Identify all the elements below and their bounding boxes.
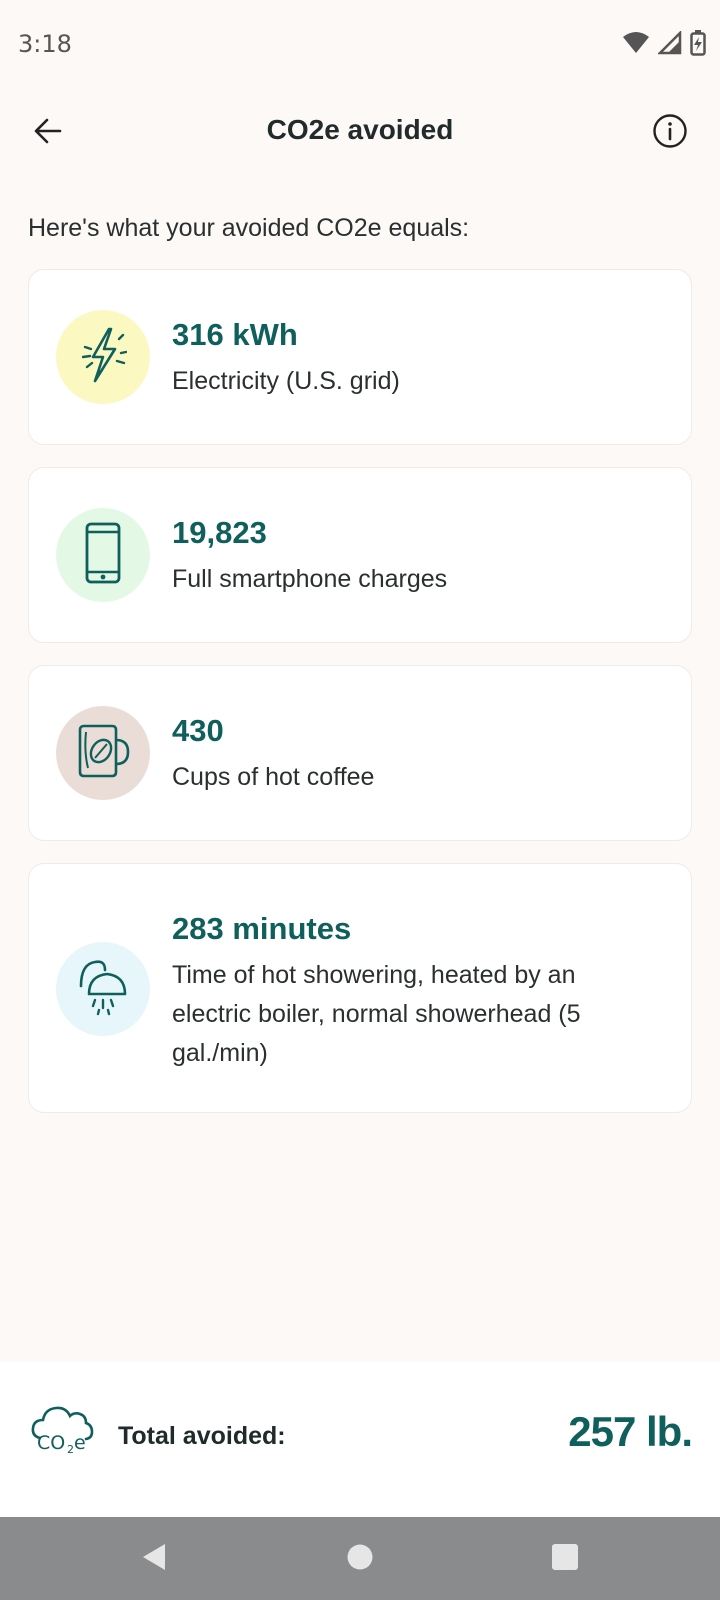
icon-circle xyxy=(56,310,150,404)
nav-home-button[interactable] xyxy=(340,1539,380,1579)
card-description: Electricity (U.S. grid) xyxy=(172,367,400,395)
card-description: Full smartphone charges xyxy=(172,565,448,593)
nav-back-button[interactable] xyxy=(135,1539,175,1579)
card-text: 316 kWh Electricity (U.S. grid) xyxy=(172,316,661,401)
page-title: CO2e avoided xyxy=(266,114,454,145)
coffee-mug-icon xyxy=(74,722,132,785)
card-description: Time of hot showering, heated by an elec… xyxy=(172,961,581,1067)
info-icon xyxy=(652,113,688,154)
equivalent-card-smartphone: 19,823 Full smartphone charges xyxy=(28,467,692,643)
smartphone-icon xyxy=(83,522,123,589)
nav-home-icon xyxy=(345,1542,375,1577)
lightning-bolt-icon xyxy=(79,325,128,390)
total-bar: CO 2 e Total avoided: 257 lb. xyxy=(0,1362,720,1517)
status-bar: 3:18 xyxy=(0,0,720,88)
intro-text: Here's what your avoided CO2e equals: xyxy=(28,214,470,242)
system-nav-bar xyxy=(0,1517,720,1600)
svg-text:2: 2 xyxy=(67,1443,74,1454)
svg-text:CO: CO xyxy=(37,1432,65,1454)
total-value: 257 lb. xyxy=(568,1408,693,1455)
equivalent-card-coffee: 430 Cups of hot coffee xyxy=(28,665,692,841)
status-icons xyxy=(622,30,706,56)
showerhead-icon xyxy=(75,956,131,1023)
battery-charging-icon xyxy=(690,30,706,56)
icon-circle xyxy=(56,706,150,800)
card-text: 430 Cups of hot coffee xyxy=(172,712,661,797)
nav-recents-icon xyxy=(550,1542,580,1577)
card-value: 19,823 xyxy=(172,515,267,550)
svg-text:e: e xyxy=(74,1432,86,1454)
equivalent-card-shower: 283 minutes Time of hot showering, heate… xyxy=(28,863,692,1113)
nav-recents-button[interactable] xyxy=(545,1539,585,1579)
signal-icon xyxy=(658,31,682,55)
card-value: 430 xyxy=(172,713,224,748)
icon-circle xyxy=(56,508,150,602)
nav-back-icon xyxy=(139,1541,171,1578)
card-text: 283 minutes Time of hot showering, heate… xyxy=(172,910,661,1073)
card-value: 316 kWh xyxy=(172,317,298,352)
total-label: Total avoided: xyxy=(118,1422,286,1450)
wifi-icon xyxy=(622,31,650,55)
screen: 3:18 CO2e avoided Here's what your avoid… xyxy=(0,0,720,1600)
icon-circle xyxy=(56,942,150,1036)
card-description: Cups of hot coffee xyxy=(172,763,375,791)
card-text: 19,823 Full smartphone charges xyxy=(172,514,661,599)
card-value: 283 minutes xyxy=(172,911,352,946)
info-button[interactable] xyxy=(648,111,692,155)
equivalents-list: 316 kWh Electricity (U.S. grid) 19,823 F… xyxy=(28,269,692,1135)
header: CO2e avoided xyxy=(0,88,720,178)
status-time: 3:18 xyxy=(18,30,72,58)
equivalent-card-electricity: 316 kWh Electricity (U.S. grid) xyxy=(28,269,692,445)
co2e-cloud-icon: CO 2 e xyxy=(30,1402,94,1456)
